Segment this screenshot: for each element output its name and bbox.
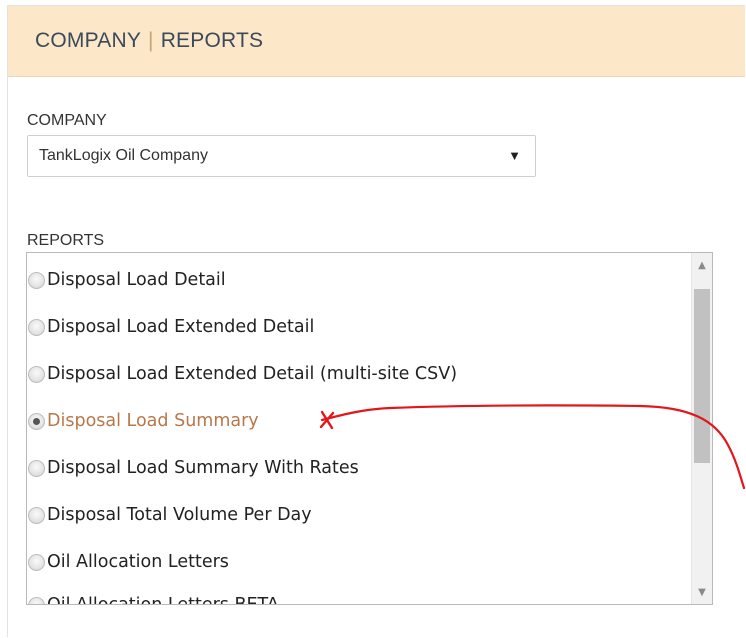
radio-button[interactable] — [28, 271, 45, 289]
radio-button[interactable] — [28, 318, 45, 336]
report-item-label: Oil Allocation Letters BETA — [47, 595, 279, 605]
company-select[interactable]: TankLogix Oil Company ▼ — [27, 135, 536, 177]
reports-listbox[interactable]: Disposal Load Detail Disposal Load Exten… — [26, 252, 713, 605]
scrollbar-thumb[interactable] — [694, 289, 710, 463]
radio-button[interactable] — [28, 365, 45, 383]
report-item-label: Disposal Load Summary — [47, 411, 259, 431]
radio-button[interactable] — [28, 596, 45, 604]
panel-header: COMPANY | REPORTS — [8, 6, 745, 77]
scroll-down-arrow-icon[interactable]: ▼ — [692, 582, 712, 602]
report-item[interactable]: Disposal Total Volume Per Day — [28, 501, 312, 529]
report-item-label: Disposal Total Volume Per Day — [47, 505, 312, 525]
report-item-label: Disposal Load Extended Detail (multi-sit… — [47, 364, 458, 384]
reports-label: REPORTS — [27, 232, 105, 249]
header-separator: | — [148, 29, 154, 52]
company-select-value: TankLogix Oil Company — [39, 147, 208, 164]
report-item[interactable]: Disposal Load Extended Detail (multi-sit… — [28, 360, 457, 388]
report-item-selected[interactable]: Disposal Load Summary — [28, 407, 259, 435]
report-item[interactable]: Oil Allocation Letters — [28, 548, 229, 576]
report-item[interactable]: Disposal Load Extended Detail — [28, 313, 314, 341]
report-item[interactable]: Oil Allocation Letters BETA — [28, 591, 279, 605]
report-item[interactable]: Disposal Load Detail — [28, 266, 226, 294]
scroll-up-arrow-icon[interactable]: ▲ — [692, 255, 712, 275]
chevron-down-icon: ▼ — [508, 148, 521, 163]
radio-button[interactable] — [28, 506, 45, 524]
header-title-reports: REPORTS — [160, 29, 264, 52]
scrollbar[interactable]: ▲ ▼ — [691, 253, 712, 604]
report-item-label: Disposal Load Summary With Rates — [47, 458, 359, 478]
radio-button[interactable] — [28, 553, 45, 571]
radio-button[interactable] — [28, 459, 45, 477]
report-item-label: Disposal Load Extended Detail — [47, 317, 315, 337]
report-item-label: Disposal Load Detail — [47, 270, 226, 290]
radio-button-checked[interactable] — [28, 412, 45, 430]
company-label: COMPANY — [27, 112, 107, 129]
header-title-company: COMPANY — [35, 29, 142, 52]
report-item[interactable]: Disposal Load Summary With Rates — [28, 454, 359, 482]
report-item-label: Oil Allocation Letters — [47, 552, 229, 572]
